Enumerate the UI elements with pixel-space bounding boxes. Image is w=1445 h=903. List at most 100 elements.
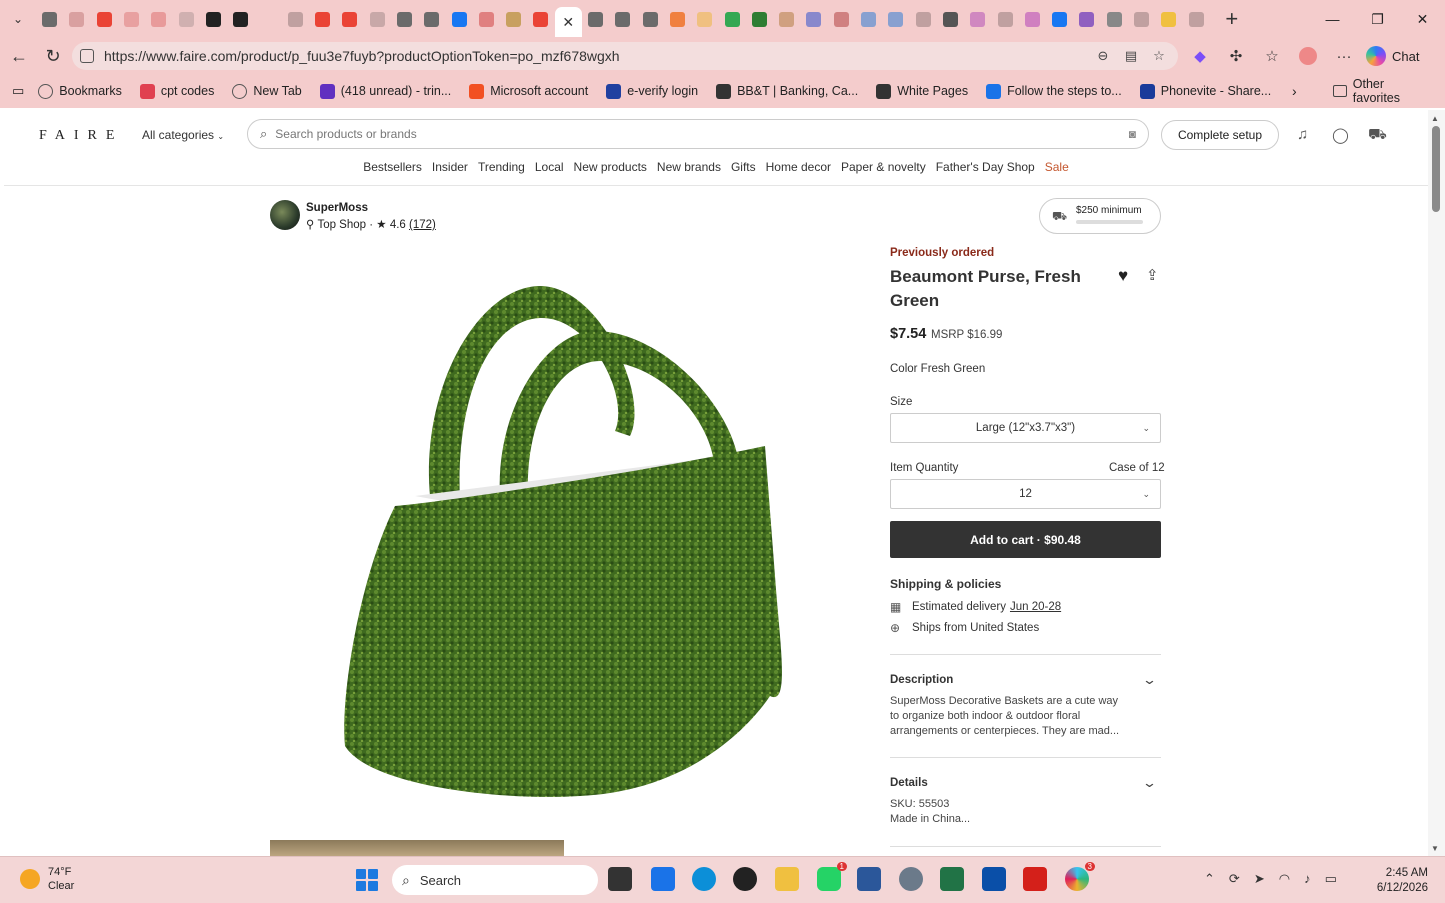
browser-tab[interactable] (855, 5, 882, 33)
browser-tab[interactable] (1182, 5, 1209, 33)
browser-tab[interactable] (691, 5, 718, 33)
whatsapp-icon[interactable]: 1 (817, 862, 847, 891)
site-info-icon[interactable] (80, 49, 94, 63)
bookmark-item[interactable]: Phonevite - Share... (1139, 83, 1271, 99)
chevron-up-icon[interactable]: ⌃ (1204, 871, 1215, 887)
browser-tab[interactable] (1128, 5, 1155, 33)
camera-icon[interactable]: ◙ (1129, 127, 1136, 141)
slack-icon[interactable]: 3 (1065, 862, 1095, 891)
bookmark-item[interactable]: (418 unread) - trin... (319, 83, 451, 99)
browser-tab[interactable] (118, 5, 145, 33)
wifi-icon[interactable]: ◠ (1279, 871, 1290, 887)
new-tab-button[interactable]: + (1214, 6, 1250, 32)
faire-logo[interactable]: FAIRE (39, 128, 123, 144)
minimum-order-indicator[interactable]: ⛟ $250 minimum (1039, 198, 1161, 234)
browser-tab[interactable] (336, 5, 363, 33)
nav-item[interactable]: Home decor (766, 160, 831, 174)
product-image[interactable] (270, 246, 860, 836)
nav-item[interactable]: Local (535, 160, 564, 174)
browser-tab[interactable] (227, 5, 254, 33)
share-icon[interactable]: ⇪ (1146, 266, 1159, 284)
nav-item[interactable]: Trending (478, 160, 525, 174)
reader-view-icon[interactable]: ▤ (1122, 47, 1140, 65)
browser-tab[interactable] (800, 5, 827, 33)
extensions-puzzle-icon[interactable]: ✣ (1218, 47, 1254, 65)
nav-item[interactable]: New products (574, 160, 647, 174)
bookmark-item[interactable]: BB&T | Banking, Ca... (716, 83, 858, 99)
browser-tab[interactable] (937, 5, 964, 33)
bookmark-item[interactable]: e-verify login (606, 83, 698, 99)
browser-tab[interactable] (309, 5, 336, 33)
browser-tab[interactable] (1155, 5, 1182, 33)
browser-tab[interactable] (746, 5, 773, 33)
browser-tab[interactable] (828, 5, 855, 33)
browser-tab[interactable] (91, 5, 118, 33)
chevron-down-icon[interactable]: ⌄ (1142, 672, 1157, 688)
image-thumbnail[interactable] (270, 840, 564, 856)
app-icon[interactable] (733, 867, 757, 891)
browser-tab-active[interactable]: ✕ (554, 7, 582, 37)
heart-icon[interactable]: ♥ (1118, 266, 1128, 286)
add-to-cart-button[interactable]: Add to cart · $90.48 (890, 521, 1161, 558)
quantity-select[interactable]: 12 ⌄ (890, 479, 1161, 509)
bookmark-item[interactable]: cpt codes (139, 83, 214, 99)
account-icon[interactable]: ◯ (1332, 126, 1349, 144)
sync-icon[interactable]: ⟳ (1229, 871, 1240, 887)
browser-tab[interactable] (500, 5, 527, 33)
scroll-up-icon[interactable]: ▲ (1431, 114, 1439, 123)
nav-item[interactable]: Bestsellers (363, 160, 422, 174)
bookmark-item[interactable]: Follow the steps to... (986, 83, 1122, 99)
nav-item[interactable]: New brands (657, 160, 721, 174)
battery-icon[interactable]: ▭ (1325, 871, 1337, 887)
address-bar[interactable]: https://www.faire.com/product/p_fuu3e7fu… (72, 42, 1178, 70)
scroll-down-icon[interactable]: ▼ (1431, 844, 1439, 853)
browser-tab[interactable] (527, 5, 554, 33)
browser-tab[interactable] (254, 5, 281, 33)
browser-tab[interactable] (418, 5, 445, 33)
delivery-date-link[interactable]: Jun 20-28 (1010, 601, 1061, 613)
browser-tab[interactable] (200, 5, 227, 33)
favorites-icon[interactable]: ☆ (1254, 47, 1290, 65)
back-button[interactable]: ← (2, 39, 36, 73)
zoom-icon[interactable]: ⊖ (1094, 47, 1112, 65)
browser-tab[interactable] (391, 5, 418, 33)
cart-icon[interactable]: ⛟ (1368, 126, 1387, 145)
details-header[interactable]: Details (890, 777, 928, 789)
weather-widget[interactable]: 74°F Clear (20, 865, 74, 893)
browser-tab[interactable] (282, 5, 309, 33)
other-favorites[interactable]: Other favorites (1333, 77, 1427, 105)
browser-tab[interactable] (63, 5, 90, 33)
close-window-button[interactable]: ✕ (1400, 0, 1445, 38)
browser-tab[interactable] (172, 5, 199, 33)
browser-tab[interactable] (910, 5, 937, 33)
brand-avatar[interactable] (270, 200, 300, 230)
copilot-chat-button[interactable]: Chat (1366, 46, 1419, 66)
browser-tab[interactable] (1019, 5, 1046, 33)
start-button[interactable] (356, 869, 378, 891)
edge-icon[interactable] (692, 867, 716, 891)
url-text[interactable]: https://www.faire.com/product/p_fuu3e7fu… (104, 48, 620, 64)
bookmark-item[interactable]: New Tab (232, 83, 302, 99)
clock[interactable]: 2:45 AM 6/12/2026 (1372, 866, 1428, 896)
browser-tab[interactable] (882, 5, 909, 33)
browser-tab[interactable] (609, 5, 636, 33)
nav-item[interactable]: Sale (1045, 160, 1069, 174)
restore-button[interactable]: ❐ (1355, 0, 1400, 38)
close-tab-icon[interactable]: ✕ (562, 14, 574, 31)
collections-icon[interactable]: ▭ (12, 83, 24, 99)
publisher-icon[interactable] (940, 867, 964, 891)
bookmark-item[interactable]: White Pages (876, 83, 968, 99)
bookmark-item[interactable]: Microsoft account (469, 83, 588, 99)
browser-tab[interactable] (718, 5, 745, 33)
bookmark-item[interactable]: Bookmarks (38, 83, 122, 99)
extension-icon[interactable]: ◆ (1182, 47, 1218, 65)
nav-item[interactable]: Gifts (731, 160, 756, 174)
nav-item[interactable]: Father's Day Shop (936, 160, 1035, 174)
scrollbar-thumb[interactable] (1432, 126, 1440, 212)
page-scrollbar[interactable]: ▲ ▼ (1428, 110, 1445, 856)
browser-tab[interactable] (145, 5, 172, 33)
brand-name[interactable]: SuperMoss (306, 202, 368, 214)
review-count-link[interactable]: (172) (409, 219, 436, 231)
taskbar-search[interactable]: ⌕ Search (392, 865, 598, 895)
description-header[interactable]: Description (890, 674, 953, 686)
